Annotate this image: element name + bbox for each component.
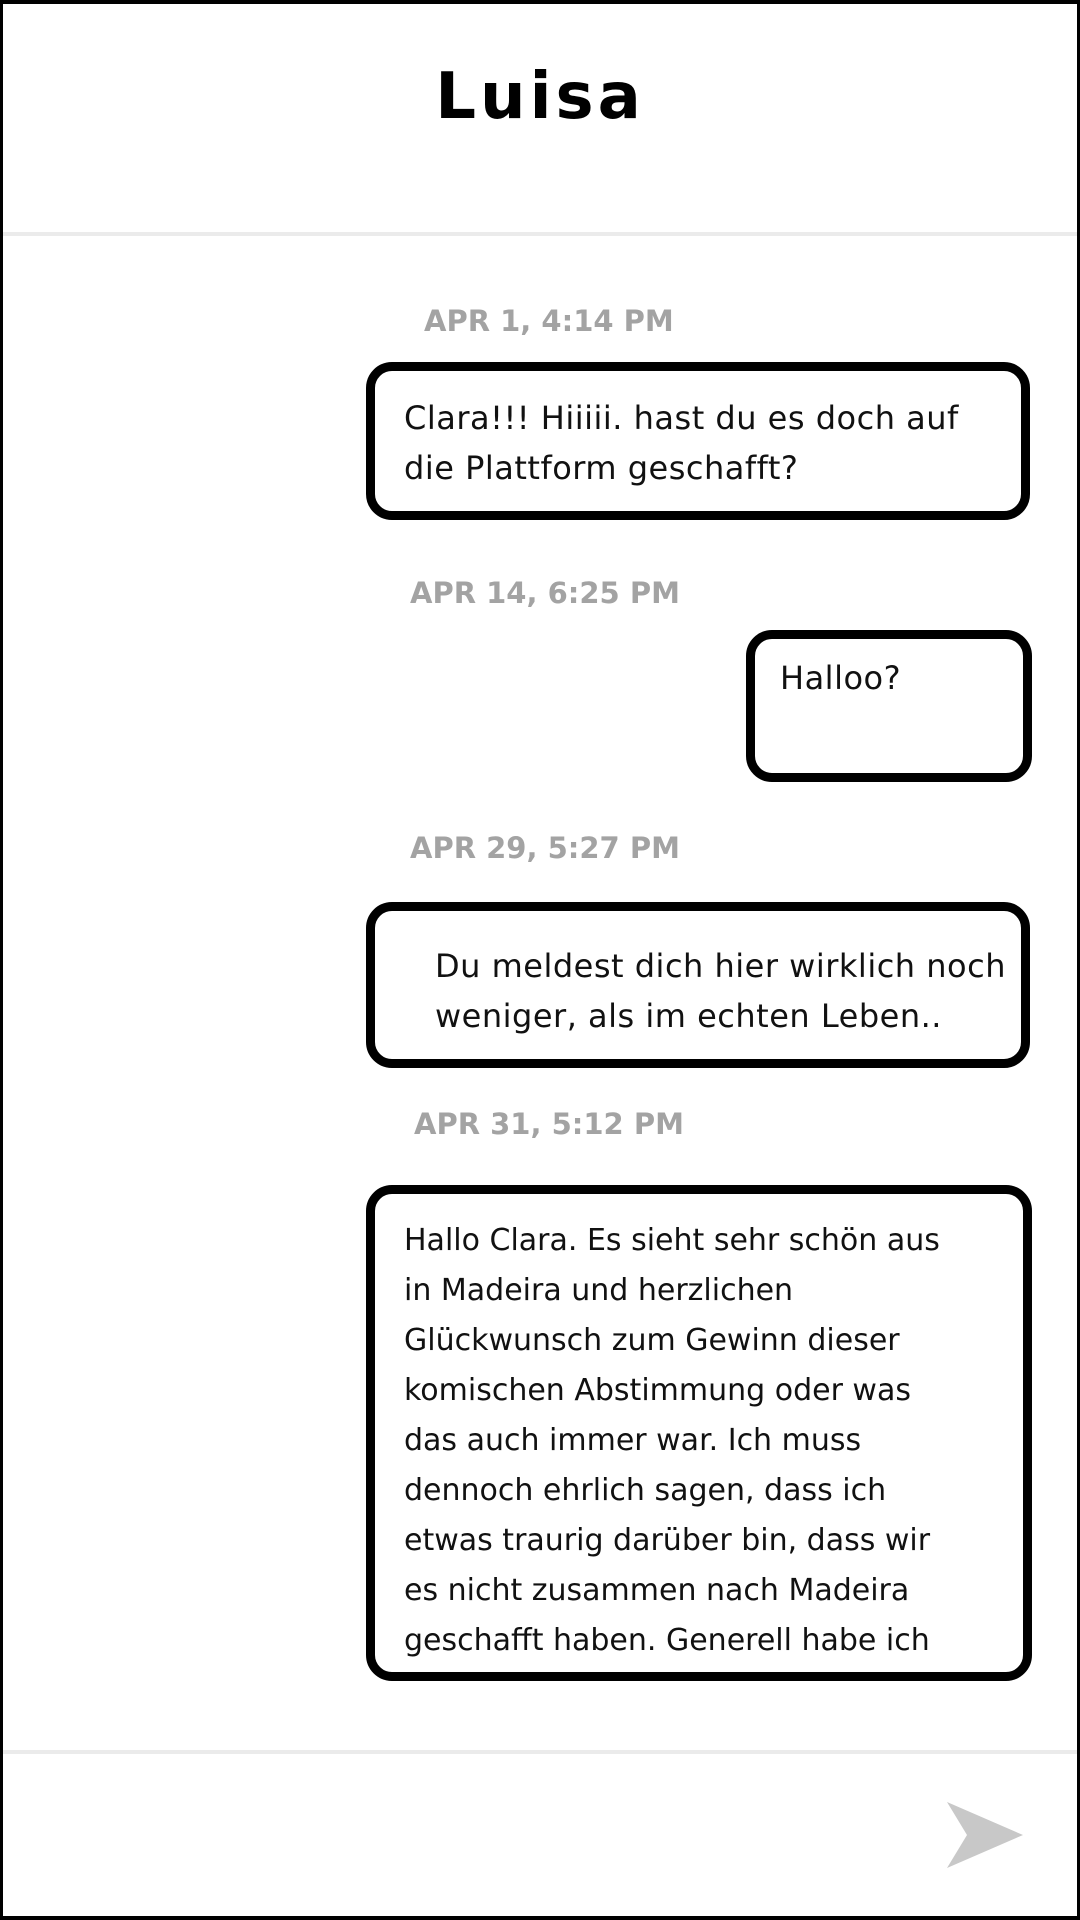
message-text: Hallo Clara. Es sieht sehr schön aus in …	[404, 1223, 940, 1658]
message-timestamp: APR 14, 6:25 PM	[410, 576, 680, 610]
message-timestamp: APR 31, 5:12 PM	[414, 1107, 684, 1141]
message-bubble[interactable]: Du meldest dich hier wirklich noch wenig…	[366, 902, 1030, 1068]
message-timestamp: APR 29, 5:27 PM	[410, 831, 680, 865]
message-text: Clara!!! Hiiiii. hast du es doch auf die…	[404, 399, 959, 487]
message-bubble[interactable]: Hallo Clara. Es sieht sehr schön aus in …	[366, 1185, 1032, 1681]
header-divider	[0, 232, 1080, 236]
message-bubble[interactable]: Clara!!! Hiiiii. hast du es doch auf die…	[366, 362, 1030, 520]
chat-header: Luisa	[0, 0, 1080, 232]
send-button[interactable]	[945, 1800, 1025, 1870]
message-bubble[interactable]: Halloo?	[746, 630, 1032, 782]
message-composer[interactable]	[0, 1754, 1080, 1916]
message-text: Du meldest dich hier wirklich noch wenig…	[435, 947, 1006, 1035]
send-arrow-icon	[947, 1802, 1023, 1868]
contact-name: Luisa	[435, 60, 645, 134]
message-text: Halloo?	[780, 659, 902, 697]
message-timestamp: APR 1, 4:14 PM	[424, 304, 674, 338]
